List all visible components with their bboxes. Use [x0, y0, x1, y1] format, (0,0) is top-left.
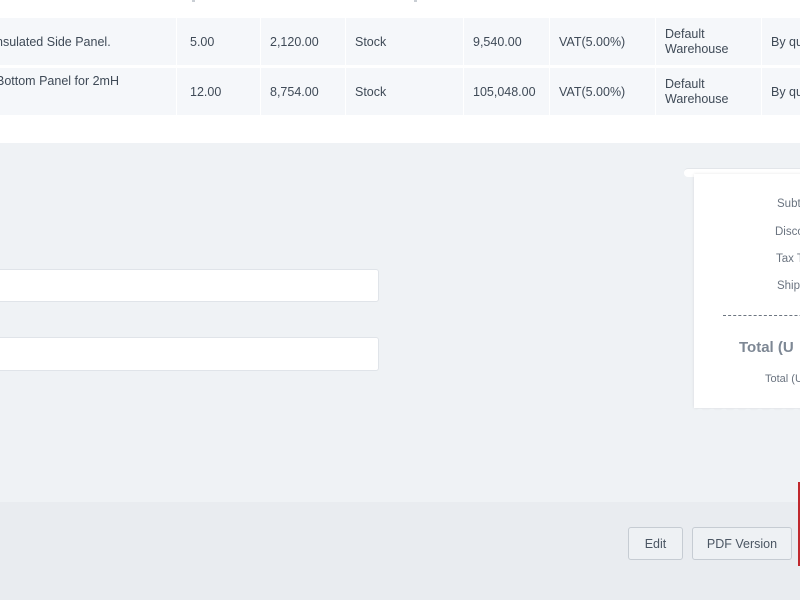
item-quantity: 12.00	[181, 68, 261, 115]
item-amount: 9,540.00	[464, 18, 550, 65]
customer-notes-field[interactable]	[0, 269, 379, 302]
item-rate: 2,120.00	[261, 18, 346, 65]
header-remnant	[192, 0, 195, 2]
action-bar: Edit PDF Version	[0, 502, 800, 600]
item-discount-type: By qu	[762, 68, 800, 115]
table-header-strip	[0, 0, 800, 17]
item-warehouse: Default Warehouse	[656, 68, 762, 115]
item-tax: VAT(5.00%)	[550, 68, 656, 115]
tax-total-label: Tax T	[776, 253, 800, 265]
shipping-label: Ship	[776, 280, 800, 292]
item-tax: VAT(5.00%)	[550, 18, 656, 65]
table-row[interactable]: nsulated Side Panel. 5.00 2,120.00 Stock…	[0, 18, 800, 65]
edit-button[interactable]: Edit	[628, 527, 683, 560]
pdf-version-button[interactable]: PDF Version	[692, 527, 792, 560]
grand-total-label: Total (U	[739, 339, 794, 356]
item-description: Bottom Panel for 2mH	[0, 68, 177, 115]
total-in-words-label: Total (U	[765, 373, 800, 385]
item-rate: 8,754.00	[261, 68, 346, 115]
terms-conditions-field[interactable]	[0, 337, 379, 371]
subtotal-label: Subt	[777, 198, 800, 210]
item-type: Stock	[346, 68, 464, 115]
header-remnant	[414, 0, 417, 2]
discount-label: Disco	[775, 226, 800, 238]
receipt-torn-edge	[694, 407, 800, 413]
item-amount: 105,048.00	[464, 68, 550, 115]
item-quantity: 5.00	[181, 18, 261, 65]
item-type: Stock	[346, 18, 464, 65]
item-warehouse: Default Warehouse	[656, 18, 762, 65]
totals-summary: Subt Disco Tax T Ship Total (U Total (U	[694, 174, 800, 413]
summary-divider	[723, 315, 800, 316]
item-description: nsulated Side Panel.	[0, 18, 177, 65]
invoice-page: nsulated Side Panel. 5.00 2,120.00 Stock…	[0, 0, 800, 600]
table-row[interactable]: Bottom Panel for 2mH 12.00 8,754.00 Stoc…	[0, 68, 800, 115]
items-table: nsulated Side Panel. 5.00 2,120.00 Stock…	[0, 17, 800, 143]
item-discount-type: By qu	[762, 18, 800, 65]
